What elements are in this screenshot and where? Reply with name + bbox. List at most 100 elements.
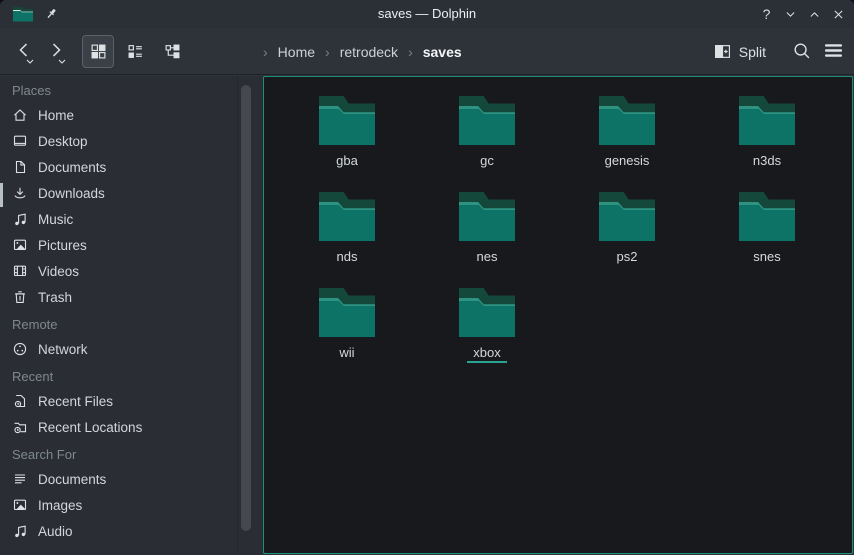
video-icon bbox=[12, 263, 28, 279]
sidebar-item-home[interactable]: Home bbox=[0, 102, 237, 128]
image-icon bbox=[12, 237, 28, 253]
sidebar-item-recent-locations[interactable]: Recent Locations bbox=[0, 414, 237, 440]
breadcrumb-item-home[interactable]: Home bbox=[278, 44, 315, 60]
sidebar-item-label: Documents bbox=[38, 160, 106, 175]
search-button[interactable] bbox=[792, 41, 812, 61]
folder-gc[interactable]: gc bbox=[417, 95, 557, 191]
sidebar-item-trash[interactable]: Trash bbox=[0, 284, 237, 310]
folder-ps2[interactable]: ps2 bbox=[557, 191, 697, 287]
window-title: saves — Dolphin bbox=[0, 0, 854, 28]
folder-label: genesis bbox=[599, 153, 656, 171]
text-lines-icon bbox=[12, 471, 28, 487]
folder-icon bbox=[459, 95, 515, 145]
split-view-icon bbox=[714, 43, 731, 60]
places-panel: PlacesHomeDesktopDocumentsDownloadsMusic… bbox=[0, 76, 263, 555]
folder-icon bbox=[599, 191, 655, 241]
folder-snes[interactable]: snes bbox=[697, 191, 837, 287]
sidebar-item-network[interactable]: Network bbox=[0, 336, 237, 362]
back-button[interactable] bbox=[12, 38, 38, 66]
help-button[interactable]: ? bbox=[757, 5, 776, 24]
breadcrumb-separator-icon: › bbox=[408, 44, 413, 60]
folder-icon bbox=[319, 95, 375, 145]
folder-grid: gba gc genesis n3ds ndsnes ps2 snes wii xbox bbox=[264, 77, 852, 553]
sidebar-item-label: Audio bbox=[38, 524, 73, 539]
sidebar-item-images[interactable]: Images bbox=[0, 492, 237, 518]
sidebar-item-label: Recent Files bbox=[38, 394, 113, 409]
details-view-button[interactable] bbox=[119, 35, 151, 68]
close-icon bbox=[832, 8, 845, 21]
folder-icon bbox=[739, 191, 795, 241]
folder-wii[interactable]: wii bbox=[277, 287, 417, 383]
folder-nes[interactable]: nes bbox=[417, 191, 557, 287]
sidebar-item-label: Downloads bbox=[38, 186, 105, 201]
breadcrumb-item-saves[interactable]: saves bbox=[423, 44, 462, 60]
maximize-button[interactable] bbox=[805, 5, 824, 24]
tree-view-icon bbox=[164, 43, 181, 60]
back-dropdown-icon bbox=[26, 59, 34, 64]
breadcrumb-separator-icon: › bbox=[325, 44, 330, 60]
sidebar-item-documents[interactable]: Documents bbox=[0, 154, 237, 180]
folder-gba[interactable]: gba bbox=[277, 95, 417, 191]
sidebar-item-documents[interactable]: Documents bbox=[0, 466, 237, 492]
breadcrumb-separator-icon: › bbox=[263, 44, 268, 60]
chevron-up-icon bbox=[808, 8, 821, 21]
details-view-icon bbox=[127, 43, 144, 60]
sidebar-item-label: Pictures bbox=[38, 238, 87, 253]
sidebar-item-desktop[interactable]: Desktop bbox=[0, 128, 237, 154]
sidebar-item-downloads[interactable]: Downloads bbox=[0, 180, 237, 206]
arrow-left-icon bbox=[14, 40, 34, 60]
folder-label: gba bbox=[330, 153, 364, 171]
folder-label: snes bbox=[747, 249, 786, 267]
home-icon bbox=[12, 107, 28, 123]
hamburger-menu-button[interactable] bbox=[824, 42, 843, 59]
folder-xbox[interactable]: xbox bbox=[417, 287, 557, 383]
sidebar-item-videos[interactable]: Videos bbox=[0, 258, 237, 284]
forward-button[interactable] bbox=[44, 38, 70, 66]
split-button-label: Split bbox=[739, 44, 766, 60]
sidebar-section-header-remote: Remote bbox=[0, 314, 237, 336]
sidebar-item-recent-files[interactable]: Recent Files bbox=[0, 388, 237, 414]
wallpaper-sliver bbox=[0, 183, 3, 207]
folder-icon bbox=[459, 191, 515, 241]
document-icon bbox=[12, 159, 28, 175]
recent-folder-icon bbox=[12, 419, 28, 435]
folder-view[interactable]: gba gc genesis n3ds ndsnes ps2 snes wii xbox bbox=[263, 76, 853, 554]
breadcrumb: › Home › retrodeck › saves bbox=[263, 28, 462, 75]
dolphin-window: saves — Dolphin ? bbox=[0, 0, 854, 555]
folder-label: ps2 bbox=[611, 249, 644, 267]
tree-view-button[interactable] bbox=[156, 35, 188, 68]
sidebar-scrollbar[interactable] bbox=[241, 85, 251, 531]
folder-icon bbox=[739, 95, 795, 145]
folder-icon bbox=[319, 191, 375, 241]
folder-label: wii bbox=[333, 345, 360, 363]
folder-genesis[interactable]: genesis bbox=[557, 95, 697, 191]
view-mode-group bbox=[82, 35, 188, 68]
folder-icon bbox=[459, 287, 515, 337]
recent-file-icon bbox=[12, 393, 28, 409]
search-icon bbox=[792, 41, 812, 61]
sidebar-item-audio[interactable]: Audio bbox=[0, 518, 237, 544]
folder-label: gc bbox=[474, 153, 500, 171]
folder-n3ds[interactable]: n3ds bbox=[697, 95, 837, 191]
close-button[interactable] bbox=[829, 5, 848, 24]
sidebar-item-pictures[interactable]: Pictures bbox=[0, 232, 237, 258]
sidebar-item-label: Images bbox=[38, 498, 82, 513]
icons-view-icon bbox=[90, 43, 107, 60]
arrow-right-icon bbox=[46, 40, 66, 60]
forward-dropdown-icon bbox=[58, 59, 66, 64]
folder-nds[interactable]: nds bbox=[277, 191, 417, 287]
minimize-button[interactable] bbox=[781, 5, 800, 24]
sidebar-item-label: Music bbox=[38, 212, 73, 227]
music-icon bbox=[12, 211, 28, 227]
image-icon bbox=[12, 497, 28, 513]
sidebar-item-label: Network bbox=[38, 342, 88, 357]
folder-label: xbox bbox=[467, 345, 506, 363]
split-button[interactable]: Split bbox=[714, 28, 766, 75]
desktop-icon bbox=[12, 133, 28, 149]
places-panel-list: PlacesHomeDesktopDocumentsDownloadsMusic… bbox=[0, 80, 237, 544]
breadcrumb-item-retrodeck[interactable]: retrodeck bbox=[340, 44, 398, 60]
icons-view-button[interactable] bbox=[82, 35, 114, 68]
trash-icon bbox=[12, 289, 28, 305]
sidebar-section-header-recent: Recent bbox=[0, 366, 237, 388]
sidebar-item-music[interactable]: Music bbox=[0, 206, 237, 232]
